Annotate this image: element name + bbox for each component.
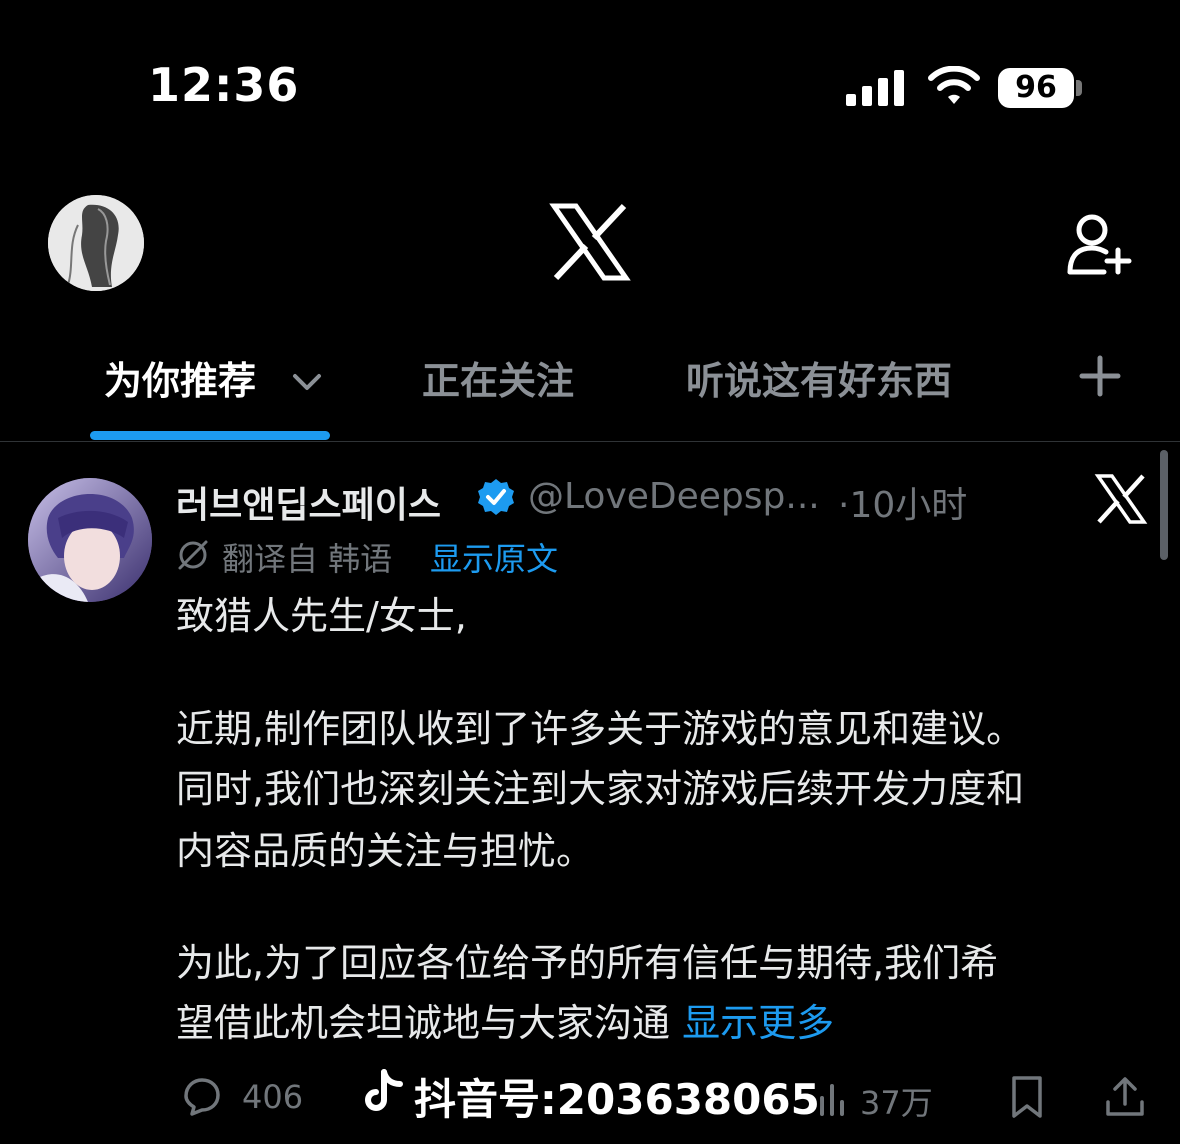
verified-badge-icon [478, 479, 514, 515]
post-text-line: 内容品质的关注与担忧。 [176, 829, 595, 873]
author-handle[interactable]: @LoveDeepsp... [528, 476, 820, 517]
author-avatar-image [28, 478, 152, 602]
battery-tip [1076, 80, 1082, 96]
views-count: 37万 [860, 1084, 933, 1122]
add-user-icon[interactable] [1064, 210, 1134, 280]
reply-count: 406 [242, 1078, 304, 1116]
share-icon[interactable] [1102, 1074, 1148, 1120]
status-time: 12:36 [148, 58, 300, 112]
add-tab-icon[interactable] [1076, 352, 1124, 400]
tab-custom-list[interactable]: 听说这有好东西 [686, 350, 952, 405]
reply-icon[interactable] [178, 1074, 224, 1120]
tab-following[interactable]: 正在关注 [422, 350, 574, 405]
translate-icon [178, 540, 208, 570]
douyin-watermark: 抖音号:203638065 [414, 1075, 820, 1124]
chevron-down-icon[interactable] [290, 366, 324, 396]
profile-avatar[interactable] [48, 195, 144, 291]
translated-from-label: 翻译自 韩语 [222, 540, 393, 578]
post-text-last-line: 望借此机会坦诚地与大家沟通 显示更多 [176, 992, 1156, 1055]
post-text-line: 望借此机会坦诚地与大家沟通 [176, 1001, 671, 1045]
author-name[interactable]: 러브앤딥스페이스 [176, 476, 441, 528]
scrollbar[interactable] [1160, 450, 1168, 560]
post-text-line: 致猎人先生/女士, [176, 594, 467, 638]
x-logo-icon[interactable] [548, 200, 632, 284]
post-text-line: 同时,我们也深刻关注到大家对游戏后续开发力度和 [176, 767, 1025, 811]
header-divider [0, 441, 1180, 442]
battery-indicator: 96 [998, 68, 1074, 108]
cellular-signal-icon [846, 70, 904, 106]
bookmark-icon[interactable] [1004, 1074, 1050, 1120]
post-author-avatar[interactable] [28, 478, 152, 602]
tab-for-you[interactable]: 为你推荐 [104, 350, 256, 405]
post-text-line: 为此,为了回应各位给予的所有信任与期待,我们希 [176, 941, 999, 985]
post-text-line: 近期,制作团队收到了许多关于游戏的意见和建议。 [176, 707, 1025, 751]
wifi-icon [928, 66, 980, 104]
post-timestamp[interactable]: ·10小时 [838, 476, 967, 528]
x-logo-icon [1094, 474, 1148, 524]
show-original-link[interactable]: 显示原文 [430, 534, 558, 580]
avatar-image [48, 195, 144, 291]
tiktok-logo-icon [365, 1069, 403, 1111]
active-tab-indicator [90, 431, 330, 440]
show-more-link[interactable]: 显示更多 [682, 1001, 834, 1045]
